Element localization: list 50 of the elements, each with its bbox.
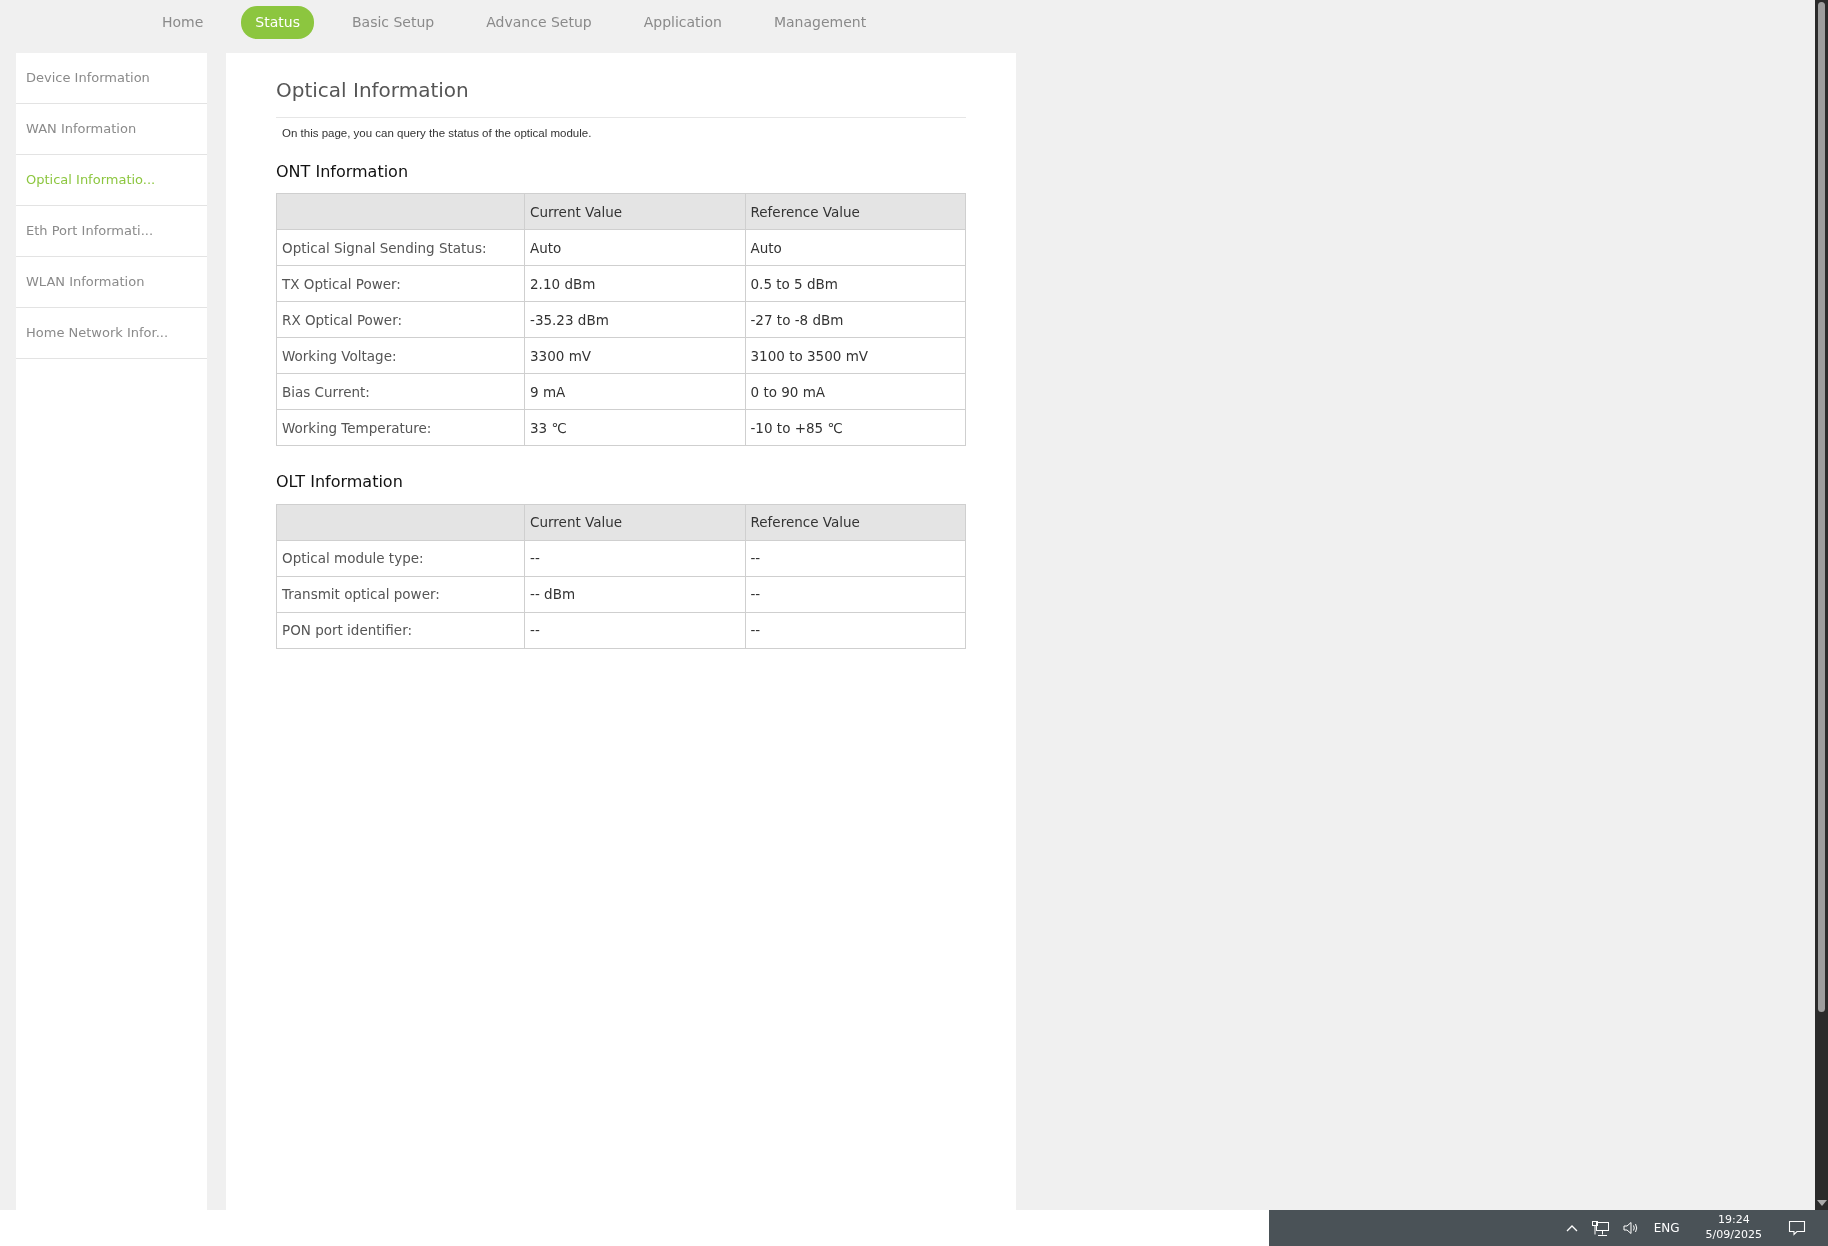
nav-tab[interactable]: Home (148, 6, 218, 39)
notification-icon[interactable] (1788, 1220, 1806, 1236)
table-cell: Auto (745, 229, 966, 266)
section-title: OLT Information (276, 472, 404, 492)
nav-tab[interactable]: Basic Setup (337, 6, 449, 39)
row-label: Bias Current: (276, 373, 525, 410)
scrollbar[interactable] (1815, 0, 1828, 1210)
row-label: Optical module type: (276, 540, 525, 577)
table-cell: -27 to -8 dBm (745, 301, 966, 338)
table-cell: 33 ℃ (524, 409, 745, 446)
table-cell: 2.10 dBm (524, 265, 745, 302)
network-icon[interactable] (1591, 1220, 1609, 1236)
nav-tab[interactable]: Status (241, 6, 314, 39)
table-cell: -- dBm (524, 576, 745, 613)
section-title: ONT Information (276, 162, 410, 182)
row-label: PON port identifier: (276, 612, 525, 649)
table-cell: -- (524, 612, 745, 649)
clock-time[interactable]: 19:24 (1717, 1213, 1750, 1228)
column-header: Current Value (524, 504, 745, 541)
row-label: Optical Signal Sending Status: (276, 229, 525, 266)
language-indicator[interactable]: ENG (1653, 1219, 1680, 1237)
table-cell: -- (745, 612, 966, 649)
table-cell: Auto (524, 229, 745, 266)
speaker-icon[interactable] (1622, 1221, 1640, 1235)
table-cell: -- (745, 540, 966, 577)
scrollbar-thumb[interactable] (1818, 2, 1825, 1012)
table-cell: 3100 to 3500 mV (745, 337, 966, 374)
clock-date[interactable]: 5/09/2025 (1705, 1228, 1762, 1243)
column-header: Current Value (524, 193, 745, 230)
table-cell: -- (524, 540, 745, 577)
row-label: TX Optical Power: (276, 265, 525, 302)
nav-tab[interactable]: Advance Setup (472, 6, 606, 39)
nav-tab[interactable]: Management (759, 6, 881, 39)
row-label: RX Optical Power: (276, 301, 525, 338)
page-title: Optical Information (276, 78, 470, 102)
nav-tab[interactable]: Application (629, 6, 736, 39)
row-label: Transmit optical power: (276, 576, 525, 613)
row-label: Working Voltage: (276, 337, 525, 374)
table-cell: -10 to +85 ℃ (745, 409, 966, 446)
table-cell: 9 mA (524, 373, 745, 410)
table-cell: -35.23 dBm (524, 301, 745, 338)
column-header: Reference Value (745, 504, 966, 541)
table-cell: 0.5 to 5 dBm (745, 265, 966, 302)
chevron-up-icon[interactable] (1565, 1224, 1578, 1232)
table-cell: -- (745, 576, 966, 613)
table-cell: 3300 mV (524, 337, 745, 374)
column-header: Reference Value (745, 193, 966, 230)
table-cell: 0 to 90 mA (745, 373, 966, 410)
page-description: On this page, you can query the status of the optical module. (281, 126, 593, 141)
row-label: Working Temperature: (276, 409, 525, 446)
